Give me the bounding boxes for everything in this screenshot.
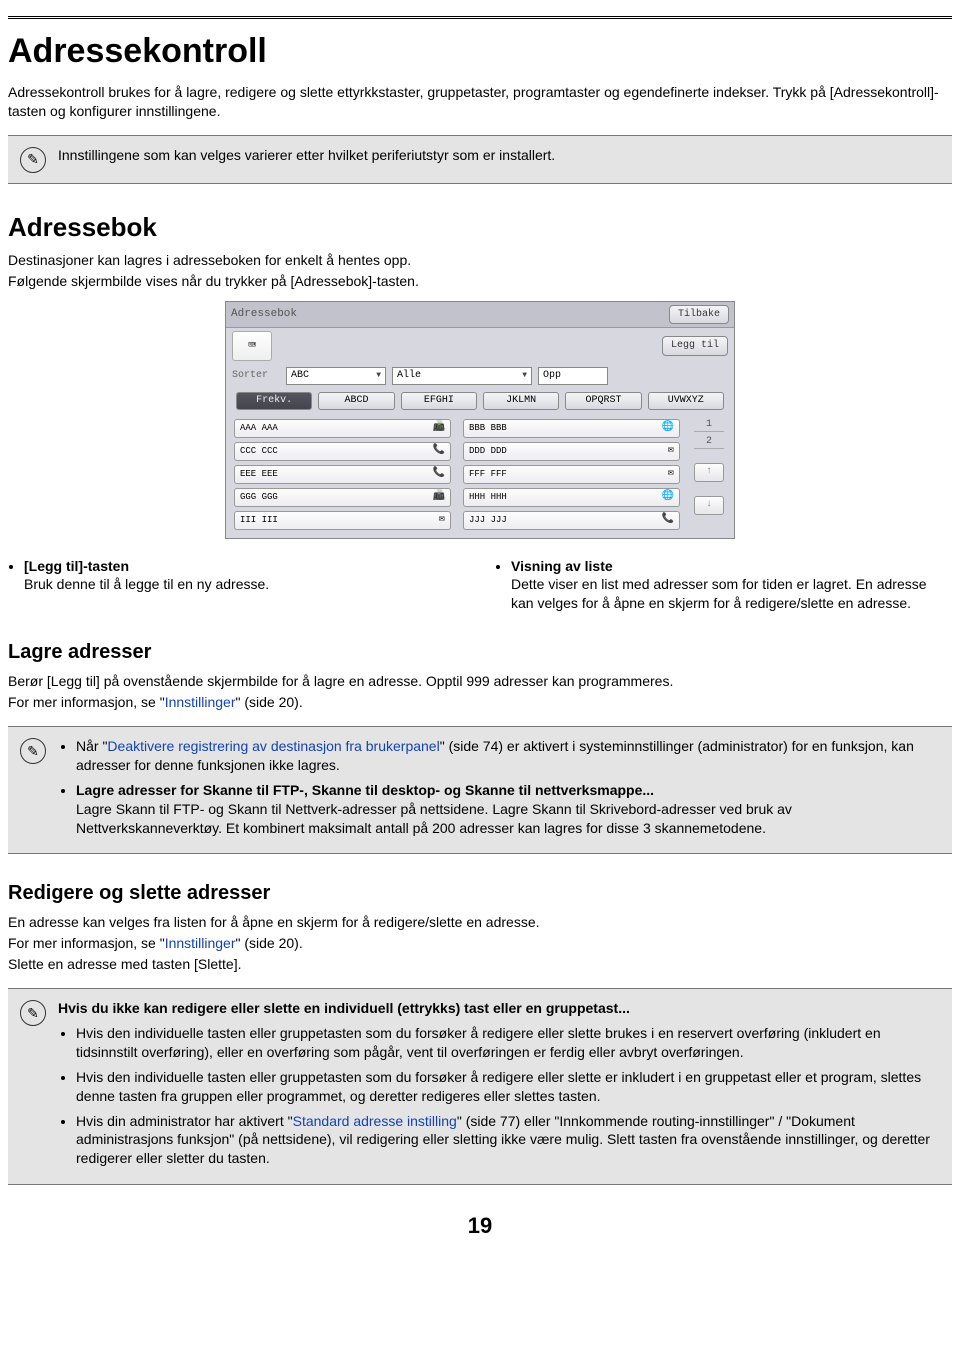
visning-text: Dette viser en list med adresser som for… xyxy=(511,576,927,611)
tab-jklmn[interactable]: JKLMN xyxy=(483,392,559,410)
filter-value: Alle xyxy=(397,369,421,383)
innstillinger-link-2[interactable]: Innstillinger xyxy=(165,935,236,951)
standard-adresse-link[interactable]: Standard adresse instilling xyxy=(293,1113,457,1129)
redigere-p3: Slette en adresse med tasten [Slette]. xyxy=(8,955,952,974)
fax-icon: 📠 xyxy=(433,490,445,504)
note3-bullet-2: Hvis den individuelle tasten eller grupp… xyxy=(76,1068,940,1106)
mail-icon: ✉ xyxy=(439,513,445,527)
lagre-adresser-p1: Berør [Legg til] på ovenstående skjermbi… xyxy=(8,672,952,691)
address-book-panel: Adressebok Tilbake ⌨ Legg til Sorter ABC… xyxy=(225,301,735,539)
list-item[interactable]: BBB BBB🌐 xyxy=(463,419,680,438)
page-title: Adressekontroll xyxy=(8,29,952,75)
legg-til-bullet: [Legg til]-tasten Bruk denne til å legge… xyxy=(24,557,465,595)
scroll-down-button[interactable]: ↓ xyxy=(694,496,724,515)
tab-efghi[interactable]: EFGHI xyxy=(401,392,477,410)
innstillinger-link[interactable]: Innstillinger xyxy=(165,694,236,710)
deaktivere-link[interactable]: Deaktivere registrering av destinasjon f… xyxy=(107,738,439,754)
adressebok-p2: Følgende skjermbilde vises når du trykke… xyxy=(8,272,952,291)
globe-icon: 🌐 xyxy=(662,421,674,435)
tab-abcd[interactable]: ABCD xyxy=(318,392,394,410)
phone-icon: 📞 xyxy=(433,467,445,481)
list-item[interactable]: FFF FFF✉ xyxy=(463,465,680,484)
tab-opqrst[interactable]: OPQRST xyxy=(565,392,641,410)
lagre-adresser-title: Lagre adresser xyxy=(8,639,952,666)
sort-label: Sorter xyxy=(232,369,280,383)
keyboard-icon[interactable]: ⌨ xyxy=(232,331,272,361)
add-button[interactable]: Legg til xyxy=(662,336,728,356)
fax-icon: 📠 xyxy=(433,421,445,435)
visning-bullet: Visning av liste Dette viser en list med… xyxy=(511,557,952,614)
mail-icon: ✉ xyxy=(668,467,674,481)
tab-uvwxyz[interactable]: UVWXYZ xyxy=(648,392,724,410)
pencil-icon: ✎ xyxy=(20,738,46,764)
note3-head: Hvis du ikke kan redigere eller slette e… xyxy=(58,999,940,1018)
filter-dropdown[interactable]: Alle ▼ xyxy=(392,367,532,385)
top-rule xyxy=(8,16,952,19)
globe-icon: 🌐 xyxy=(662,490,674,504)
list-item[interactable]: III III✉ xyxy=(234,511,451,530)
phone-icon: 📞 xyxy=(662,513,674,527)
list-item[interactable]: DDD DDD✉ xyxy=(463,442,680,461)
list-item[interactable]: AAA AAA📠 xyxy=(234,419,451,438)
chevron-down-icon: ▼ xyxy=(376,371,381,382)
legg-til-label: [Legg til]-tasten xyxy=(24,558,129,574)
page-number: 19 xyxy=(8,1211,952,1241)
redigere-p1: En adresse kan velges fra listen for å å… xyxy=(8,913,952,932)
list-item[interactable]: HHH HHH🌐 xyxy=(463,488,680,507)
legg-til-text: Bruk denne til å legge til en ny adresse… xyxy=(24,576,269,592)
list-item[interactable]: JJJ JJJ📞 xyxy=(463,511,680,530)
pencil-icon: ✎ xyxy=(20,147,46,173)
intro-paragraph: Adressekontroll brukes for å lagre, redi… xyxy=(8,83,952,121)
visning-label: Visning av liste xyxy=(511,558,613,574)
note2-bullet-1: Når "Deaktivere registrering av destinas… xyxy=(76,737,940,775)
list-item[interactable]: GGG GGG📠 xyxy=(234,488,451,507)
mail-icon: ✉ xyxy=(668,444,674,458)
adressebok-p1: Destinasjoner kan lagres i adresseboken … xyxy=(8,251,952,270)
direction-value: Opp xyxy=(543,369,561,383)
sort-value: ABC xyxy=(291,369,309,383)
note2-bullet-2: Lagre adresser for Skanne til FTP-, Skan… xyxy=(76,781,940,838)
note2-bullet-2-body: Lagre Skann til FTP- og Skann til Nettve… xyxy=(76,801,792,836)
direction-dropdown[interactable]: Opp xyxy=(538,367,608,385)
page-number-2[interactable]: 2 xyxy=(694,436,724,449)
page-number-1[interactable]: 1 xyxy=(694,419,724,432)
list-item[interactable]: CCC CCC📞 xyxy=(234,442,451,461)
chevron-down-icon: ▼ xyxy=(522,371,527,382)
note2-bullet-2-head: Lagre adresser for Skanne til FTP-, Skan… xyxy=(76,782,654,798)
section-adressebok-title: Adressebok xyxy=(8,210,952,245)
note-box-1: ✎ Innstillingene som kan velges varierer… xyxy=(8,135,952,184)
note-box-2: ✎ Når "Deaktivere registrering av destin… xyxy=(8,726,952,854)
redigere-title: Redigere og slette adresser xyxy=(8,880,952,907)
phone-icon: 📞 xyxy=(433,444,445,458)
note-1-text: Innstillingene som kan velges varierer e… xyxy=(58,146,555,165)
note3-bullet-3: Hvis din administrator har aktivert "Sta… xyxy=(76,1112,940,1169)
panel-title: Adressebok xyxy=(231,307,669,322)
sort-dropdown[interactable]: ABC ▼ xyxy=(286,367,386,385)
note-box-3: ✎ Hvis du ikke kan redigere eller slette… xyxy=(8,988,952,1185)
redigere-p2: For mer informasjon, se "Innstillinger" … xyxy=(8,934,952,953)
pencil-icon: ✎ xyxy=(20,1000,46,1026)
lagre-adresser-p2: For mer informasjon, se "Innstillinger" … xyxy=(8,693,952,712)
list-item[interactable]: EEE EEE📞 xyxy=(234,465,451,484)
note3-bullet-1: Hvis den individuelle tasten eller grupp… xyxy=(76,1024,940,1062)
back-button[interactable]: Tilbake xyxy=(669,305,729,325)
scroll-up-button[interactable]: ↑ xyxy=(694,463,724,482)
tab-frekv[interactable]: Frekv. xyxy=(236,392,312,410)
